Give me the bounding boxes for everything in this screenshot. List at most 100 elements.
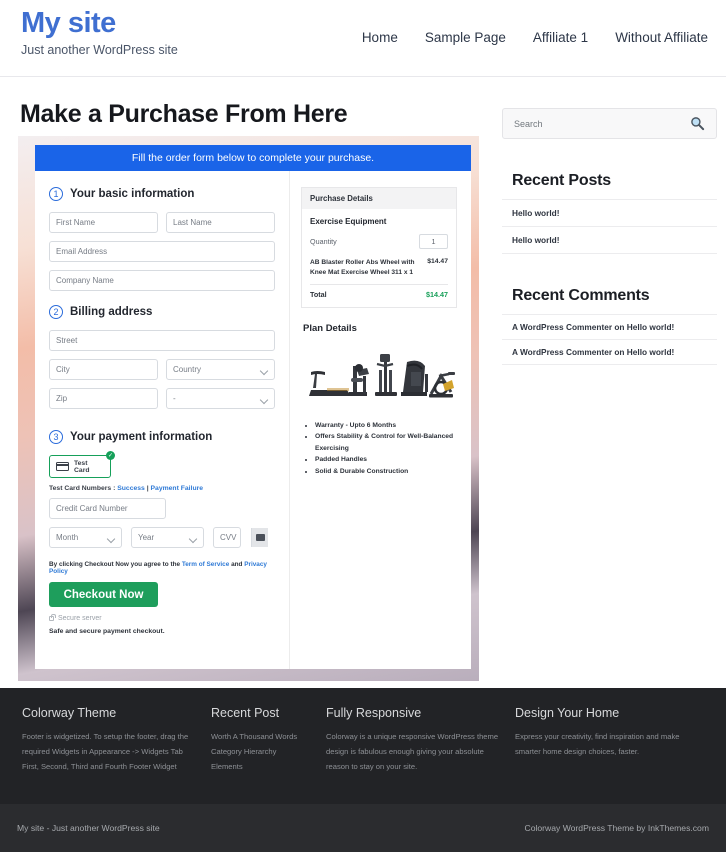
footer-widget-title: Colorway Theme — [22, 706, 117, 720]
zip-state-row: Zip - — [49, 388, 275, 417]
site-branding[interactable]: My site Just another WordPress site — [21, 7, 178, 57]
copyright-right-text[interactable]: Colorway WordPress Theme by InkThemes.co… — [524, 823, 709, 833]
purchase-details-box: Purchase Details Exercise Equipment Quan… — [301, 187, 457, 309]
plan-feature-item: Offers Stability & Control for Well-Bala… — [315, 431, 459, 454]
step-3-number-icon: 3 — [49, 430, 63, 444]
page-root: My site Just another WordPress site Home… — [0, 0, 726, 852]
form-body: 1 Your basic information First Name Last… — [35, 171, 471, 669]
total-divider — [310, 284, 448, 286]
nav-item-without-affiliate[interactable]: Without Affiliate — [615, 30, 708, 45]
expiry-year-select[interactable]: Year — [131, 527, 204, 548]
copyright-bar: My site - Just another WordPress site Co… — [0, 804, 726, 852]
footer-widget-colorway-theme: Colorway Theme Footer is widgetized. To … — [22, 706, 211, 775]
form-banner: Fill the order form below to complete yo… — [35, 145, 471, 171]
list-item[interactable]: Worth A Thousand Words — [211, 729, 312, 744]
footer-widget-design-your-home: Design Your Home Express your creativity… — [515, 706, 704, 775]
terms-of-service-link[interactable]: Term of Service — [182, 561, 229, 568]
form-left-column: 1 Your basic information First Name Last… — [35, 171, 290, 669]
search-placeholder: Search — [514, 118, 543, 129]
quantity-input[interactable]: 1 — [419, 234, 448, 249]
search-icon[interactable] — [690, 116, 705, 131]
nav-item-affiliate-1[interactable]: Affiliate 1 — [533, 30, 588, 45]
plan-feature-item: Padded Handles — [315, 454, 459, 465]
check-circle-icon: ✓ — [106, 451, 115, 460]
total-value: $14.47 — [426, 290, 448, 300]
step-2-header: 2 Billing address — [49, 305, 275, 319]
credit-card-icon — [56, 462, 69, 471]
list-item[interactable]: Category Hierarchy — [211, 744, 312, 759]
footer-widget-title: Fully Responsive — [326, 706, 422, 720]
site-footer: Colorway Theme Footer is widgetized. To … — [0, 688, 726, 804]
expiry-cvv-row: Month Year CVV — [49, 527, 275, 556]
name-row: First Name Last Name — [49, 212, 275, 241]
total-row: Total $14.47 — [310, 290, 448, 299]
test-success-link[interactable]: Success — [117, 485, 145, 492]
city-input[interactable]: City — [49, 359, 158, 380]
first-name-input[interactable]: First Name — [49, 212, 158, 233]
recent-comments-title: Recent Comments — [512, 287, 650, 304]
copyright-left-text: My site - Just another WordPress site — [17, 823, 160, 833]
footer-widget-fully-responsive: Fully Responsive Colorway is a unique re… — [326, 706, 515, 775]
order-form-card: Fill the order form below to complete yo… — [35, 145, 471, 669]
plan-feature-item: Solid & Durable Construction — [315, 466, 459, 477]
credit-card-number-input[interactable]: Credit Card Number — [49, 498, 166, 519]
recent-posts-list: Hello world! Hello world! — [502, 199, 717, 254]
nav-item-sample-page[interactable]: Sample Page — [425, 30, 506, 45]
plan-feature-item: Warranty - Upto 6 Months — [315, 420, 459, 431]
footer-widget-recent-post: Recent Post Worth A Thousand Words Categ… — [211, 706, 326, 775]
total-label: Total — [310, 290, 327, 300]
purchase-details-body: Exercise Equipment Quantity 1 AB Blaster… — [302, 209, 456, 308]
cvv-input[interactable]: CVV — [213, 527, 241, 548]
zip-input[interactable]: Zip — [49, 388, 158, 409]
product-title: Exercise Equipment — [310, 217, 387, 226]
quantity-row: Quantity 1 — [310, 234, 448, 249]
country-select[interactable]: Country — [166, 359, 275, 380]
terms-agreement-text: By clicking Checkout Now you agree to th… — [49, 561, 275, 575]
line-item-price: $14.47 — [427, 258, 448, 265]
site-header: My site Just another WordPress site Home… — [0, 0, 726, 77]
step-3-label: Your payment information — [70, 431, 213, 443]
exercise-equipment-image — [309, 354, 455, 398]
secure-server-label: Secure server — [58, 615, 102, 622]
city-country-row: City Country — [49, 359, 275, 388]
test-card-numbers-note: Test Card Numbers : Success | Payment Fa… — [49, 485, 275, 492]
agree-prefix: By clicking Checkout Now you agree to th… — [49, 561, 182, 568]
list-item[interactable]: A WordPress Commenter on Hello world! — [502, 315, 717, 340]
page-title: Make a Purchase From Here — [20, 100, 348, 128]
test-failure-link[interactable]: Payment Failure — [151, 485, 204, 492]
expiry-month-select[interactable]: Month — [49, 527, 122, 548]
step-2-number-icon: 2 — [49, 305, 63, 319]
safe-payment-note: Safe and secure payment checkout. — [49, 628, 165, 635]
footer-widget-row: Colorway Theme Footer is widgetized. To … — [0, 688, 726, 775]
state-select[interactable]: - — [166, 388, 275, 409]
footer-widget-title: Recent Post — [211, 706, 280, 720]
test-numbers-prefix: Test Card Numbers : — [49, 485, 118, 492]
cvv-card-icon — [251, 528, 268, 547]
cvv-wrapper: CVV — [213, 527, 269, 556]
street-input[interactable]: Street — [49, 330, 275, 351]
plan-details-heading: Plan Details — [303, 323, 357, 335]
site-tagline: Just another WordPress site — [21, 42, 178, 57]
nav-item-home[interactable]: Home — [362, 30, 398, 45]
list-item[interactable]: Hello world! — [502, 200, 717, 227]
plan-features-list: Warranty - Upto 6 Months Offers Stabilit… — [315, 420, 459, 477]
line-item-row: AB Blaster Roller Abs Wheel with Knee Ma… — [310, 258, 448, 277]
step-3-header: 3 Your payment information — [49, 430, 275, 444]
footer-widget-text: Footer is widgetized. To setup the foote… — [22, 732, 189, 772]
step-1-number-icon: 1 — [49, 187, 63, 201]
list-item[interactable]: A WordPress Commenter on Hello world! — [502, 340, 717, 365]
form-right-column: Purchase Details Exercise Equipment Quan… — [290, 171, 471, 669]
last-name-input[interactable]: Last Name — [166, 212, 275, 233]
checkout-now-button[interactable]: Checkout Now — [49, 582, 158, 607]
list-item[interactable]: Hello world! — [502, 227, 717, 254]
email-input[interactable]: Email Address — [49, 241, 275, 262]
search-input[interactable]: Search — [502, 108, 717, 139]
recent-posts-title: Recent Posts — [512, 172, 611, 189]
secure-server-note: Secure server — [49, 614, 275, 622]
test-card-option[interactable]: Test Card ✓ — [49, 451, 115, 478]
site-title[interactable]: My site — [21, 7, 178, 40]
agree-and: and — [229, 561, 245, 568]
list-item[interactable]: Elements — [211, 759, 312, 774]
company-name-input[interactable]: Company Name — [49, 270, 275, 291]
footer-widget-text: Express your creativity, find inspiratio… — [515, 732, 680, 757]
